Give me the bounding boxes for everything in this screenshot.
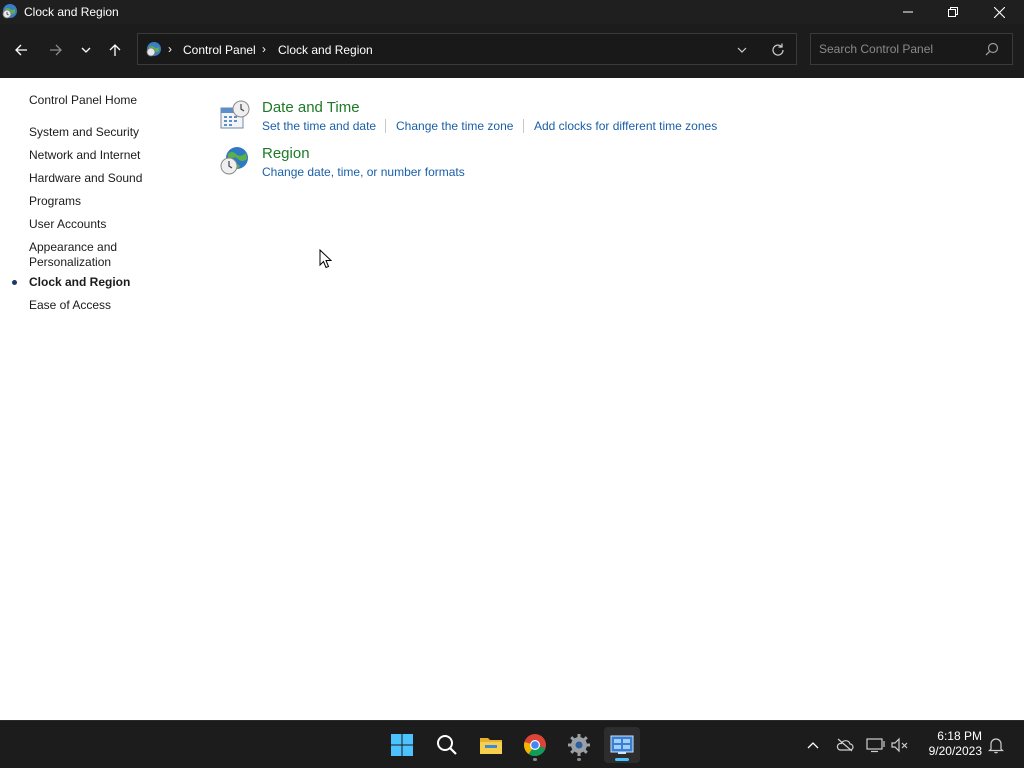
breadcrumb-clock-and-region[interactable]: Clock and Region (278, 43, 373, 57)
recent-locations-button[interactable] (74, 39, 98, 61)
close-icon (993, 6, 1005, 18)
active-window-indicator (615, 758, 629, 761)
sidebar-item-system-and-security[interactable]: System and Security (29, 125, 169, 140)
start-icon (391, 734, 413, 756)
breadcrumb-separator-icon: › (168, 42, 172, 56)
taskbar-settings[interactable] (561, 727, 597, 763)
search-icon (437, 735, 457, 755)
taskbar: 6:18 PM 9/20/2023 (0, 720, 1024, 768)
restore-icon (948, 7, 958, 17)
bell-icon (988, 738, 1004, 754)
change-formats-link[interactable]: Change date, time, or number formats (262, 165, 465, 179)
sidebar-item-programs[interactable]: Programs (29, 194, 169, 209)
date-and-time-title[interactable]: Date and Time (262, 99, 360, 116)
link-separator (385, 119, 386, 133)
sidebar-item-hardware-and-sound[interactable]: Hardware and Sound (29, 171, 169, 186)
search-input[interactable] (819, 40, 979, 58)
refresh-button[interactable] (770, 42, 786, 58)
up-button[interactable] (103, 39, 127, 61)
taskbar-search-button[interactable] (429, 727, 465, 763)
sidebar-item-clock-and-region[interactable]: Clock and Region (29, 275, 169, 290)
show-hidden-icons-button[interactable] (803, 733, 823, 757)
sidebar-item-appearance-and-personalization[interactable]: Appearance and Personalization (29, 240, 129, 270)
chevron-down-icon (81, 47, 91, 53)
address-dropdown-button[interactable] (734, 42, 750, 58)
clock-date: 9/20/2023 (928, 744, 982, 758)
minimize-button[interactable] (885, 0, 931, 24)
volume-muted-icon (891, 737, 908, 753)
sidebar-item-user-accounts[interactable]: User Accounts (29, 217, 169, 232)
breadcrumb-separator-icon[interactable]: › (262, 42, 266, 56)
title-bar: Clock and Region (0, 0, 1024, 24)
cloud-offline-icon (836, 738, 854, 752)
active-item-bullet-icon (12, 280, 17, 285)
chevron-down-icon (737, 47, 747, 53)
sidebar-item-ease-of-access[interactable]: Ease of Access (29, 298, 169, 313)
taskbar-start-button[interactable] (384, 727, 420, 763)
window-title: Clock and Region (24, 5, 119, 19)
file-explorer-icon (480, 738, 502, 754)
refresh-icon (772, 43, 784, 56)
control-panel-icon (146, 42, 161, 57)
search-box[interactable] (810, 33, 1013, 65)
taskbar-clock[interactable]: 6:18 PM 9/20/2023 (916, 729, 982, 759)
navigation-bar: › Control Panel › Clock and Region (0, 24, 1024, 78)
arrow-left-icon (15, 44, 27, 56)
restore-button[interactable] (930, 0, 976, 24)
network-tray-button[interactable] (866, 733, 886, 757)
add-clocks-link[interactable]: Add clocks for different time zones (534, 119, 717, 133)
close-button[interactable] (976, 0, 1022, 24)
control-panel-icon (610, 735, 634, 754)
mouse-cursor-icon (319, 249, 333, 269)
arrow-right-icon (50, 44, 62, 56)
taskbar-file-explorer[interactable] (473, 727, 509, 763)
taskbar-control-panel[interactable] (604, 727, 640, 763)
notifications-button[interactable] (986, 733, 1006, 757)
taskbar-chrome[interactable] (517, 727, 553, 763)
forward-button[interactable] (44, 39, 68, 61)
region-title[interactable]: Region (262, 145, 310, 162)
globe-clock-icon[interactable] (218, 145, 250, 177)
settings-icon (568, 734, 590, 756)
control-panel-home-link[interactable]: Control Panel Home (29, 93, 137, 107)
clock-time: 6:18 PM (937, 729, 982, 743)
onedrive-tray-button[interactable] (835, 733, 855, 757)
minimize-icon (903, 11, 913, 13)
search-icon[interactable] (985, 42, 999, 56)
link-separator (523, 119, 524, 133)
network-icon (866, 738, 885, 753)
control-panel-app-icon (2, 4, 17, 19)
set-time-and-date-link[interactable]: Set the time and date (262, 119, 376, 133)
chevron-up-icon (807, 742, 819, 749)
change-time-zone-link[interactable]: Change the time zone (396, 119, 513, 133)
address-bar[interactable]: › Control Panel › Clock and Region (137, 33, 797, 65)
breadcrumb-control-panel[interactable]: Control Panel (183, 43, 256, 57)
volume-tray-button[interactable] (891, 733, 911, 757)
arrow-up-icon (109, 44, 121, 56)
running-indicator (533, 758, 537, 761)
back-button[interactable] (9, 39, 33, 61)
chrome-icon (524, 734, 546, 757)
sidebar-item-network-and-internet[interactable]: Network and Internet (29, 148, 169, 163)
calendar-clock-icon[interactable] (218, 99, 250, 131)
running-indicator (577, 758, 581, 761)
